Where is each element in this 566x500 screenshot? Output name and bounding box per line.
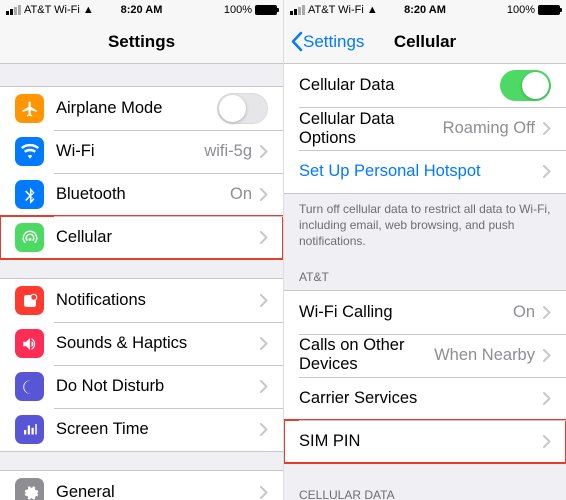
wifi-icon: ▲: [83, 4, 94, 16]
carrier-label: AT&T Wi-Fi: [24, 4, 80, 16]
cellular-icon: [15, 223, 44, 252]
status-time: 8:20 AM: [96, 4, 186, 16]
bluetooth-icon: [15, 180, 44, 209]
wifi-settings-icon: [15, 137, 44, 166]
screentime-icon: [15, 415, 44, 444]
settings-list[interactable]: Airplane Mode Wi-Fi wifi-5g Bluetooth On: [0, 64, 283, 500]
signal-icon: [6, 5, 21, 15]
row-label: Sounds & Haptics: [56, 334, 260, 353]
chevron-right-icon: [260, 231, 268, 244]
chevron-right-icon: [543, 349, 551, 362]
chevron-right-icon: [543, 306, 551, 319]
status-bar: AT&T Wi-Fi ▲ 8:20 AM 100%: [0, 0, 283, 20]
row-cellular-options[interactable]: Cellular Data Options Roaming Off: [284, 107, 566, 150]
row-screentime[interactable]: Screen Time: [0, 408, 283, 451]
chevron-right-icon: [543, 435, 551, 448]
chevron-right-icon: [260, 486, 268, 499]
row-label: Cellular: [56, 228, 260, 247]
carrier-label: AT&T Wi-Fi: [308, 4, 364, 16]
row-carrier-services[interactable]: Carrier Services: [284, 377, 566, 420]
row-label: General: [56, 483, 260, 500]
dnd-icon: [15, 372, 44, 401]
row-label: Calls on Other Devices: [299, 336, 434, 374]
back-label: Settings: [303, 32, 364, 52]
battery-icon: [255, 5, 277, 15]
group-header: CELLULAR DATA: [284, 482, 566, 500]
wifi-value: wifi-5g: [204, 142, 252, 161]
page-title: Settings: [0, 32, 283, 52]
row-label: Airplane Mode: [56, 99, 217, 118]
row-sim-pin[interactable]: SIM PIN: [284, 420, 566, 463]
chevron-right-icon: [260, 337, 268, 350]
airplane-switch[interactable]: [217, 93, 268, 124]
row-label: Notifications: [56, 291, 260, 310]
row-label: SIM PIN: [299, 432, 543, 451]
settings-screen: AT&T Wi-Fi ▲ 8:20 AM 100% Settings Airpl…: [0, 0, 283, 500]
row-sounds[interactable]: Sounds & Haptics: [0, 322, 283, 365]
row-airplane-mode[interactable]: Airplane Mode: [0, 87, 283, 130]
wificalling-value: On: [513, 303, 535, 322]
row-general[interactable]: General: [0, 471, 283, 500]
chevron-right-icon: [543, 122, 551, 135]
row-cellular-data[interactable]: Cellular Data: [284, 64, 566, 107]
row-notifications[interactable]: Notifications: [0, 279, 283, 322]
status-time: 8:20 AM: [380, 4, 470, 16]
wifi-icon: ▲: [367, 4, 378, 16]
row-label: Cellular Data: [299, 76, 500, 95]
battery-icon: [538, 5, 560, 15]
nav-bar: Settings Cellular: [284, 20, 566, 64]
chevron-left-icon: [290, 31, 303, 52]
cellular-screen: AT&T Wi-Fi ▲ 8:20 AM 100% Settings Cellu…: [283, 0, 566, 500]
row-label: Carrier Services: [299, 389, 543, 408]
chevron-right-icon: [260, 423, 268, 436]
airplane-icon: [15, 94, 44, 123]
row-wifi-calling[interactable]: Wi-Fi Calling On: [284, 291, 566, 334]
chevron-right-icon: [260, 188, 268, 201]
back-button[interactable]: Settings: [284, 31, 364, 52]
chevron-right-icon: [543, 165, 551, 178]
battery-pct: 100%: [224, 4, 252, 16]
notifications-icon: [15, 286, 44, 315]
bluetooth-value: On: [230, 185, 252, 204]
sounds-icon: [15, 329, 44, 358]
group-header: AT&T: [284, 264, 566, 290]
cellular-data-switch[interactable]: [500, 70, 551, 101]
row-label: Wi-Fi: [56, 142, 204, 161]
status-bar: AT&T Wi-Fi ▲ 8:20 AM 100%: [284, 0, 566, 20]
row-bluetooth[interactable]: Bluetooth On: [0, 173, 283, 216]
chevron-right-icon: [260, 145, 268, 158]
row-label: Screen Time: [56, 420, 260, 439]
calls-value: When Nearby: [434, 346, 535, 365]
nav-bar: Settings: [0, 20, 283, 64]
row-label: Bluetooth: [56, 185, 230, 204]
row-label: Do Not Disturb: [56, 377, 260, 396]
row-label: Cellular Data Options: [299, 110, 443, 148]
cellular-list[interactable]: Cellular Data Cellular Data Options Roam…: [284, 64, 566, 500]
chevron-right-icon: [260, 294, 268, 307]
gear-icon: [15, 478, 44, 500]
options-value: Roaming Off: [443, 119, 535, 138]
row-dnd[interactable]: Do Not Disturb: [0, 365, 283, 408]
group-footer: Turn off cellular data to restrict all d…: [284, 194, 566, 254]
chevron-right-icon: [543, 392, 551, 405]
row-label: Wi-Fi Calling: [299, 303, 513, 322]
row-cellular[interactable]: Cellular: [0, 216, 283, 259]
signal-icon: [290, 5, 305, 15]
row-label: Set Up Personal Hotspot: [299, 162, 543, 181]
battery-pct: 100%: [507, 4, 535, 16]
chevron-right-icon: [260, 380, 268, 393]
row-calls-other[interactable]: Calls on Other Devices When Nearby: [284, 334, 566, 377]
row-hotspot[interactable]: Set Up Personal Hotspot: [284, 150, 566, 193]
row-wifi[interactable]: Wi-Fi wifi-5g: [0, 130, 283, 173]
